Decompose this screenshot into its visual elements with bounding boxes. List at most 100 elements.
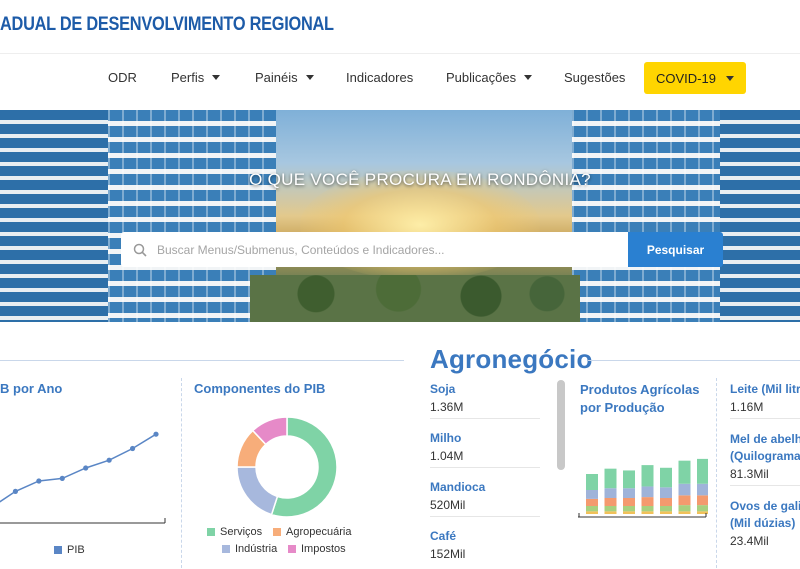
legend-label: Impostos bbox=[301, 543, 346, 555]
hero-banner: O QUE VOCÊ PROCURA EM RONDÔNIA? Pesquisa… bbox=[0, 110, 800, 322]
divider bbox=[730, 485, 800, 486]
legend-swatch bbox=[222, 545, 230, 553]
nav-paineis[interactable]: Painéis bbox=[255, 70, 314, 85]
bar-segment bbox=[623, 506, 635, 512]
bar-segment bbox=[641, 511, 654, 514]
componentes-donut-chart bbox=[236, 416, 338, 518]
nav-odr[interactable]: ODR bbox=[108, 70, 137, 85]
nav-publicacoes[interactable]: Publicações bbox=[446, 70, 533, 85]
bar-segment bbox=[697, 458, 708, 484]
nav-perfis[interactable]: Perfis bbox=[171, 70, 221, 85]
pib-legend: PIB bbox=[54, 544, 85, 556]
bar-segment bbox=[604, 488, 617, 498]
nav-sugestoes[interactable]: Sugestões bbox=[564, 70, 625, 85]
search-field[interactable] bbox=[121, 232, 628, 267]
divider bbox=[430, 516, 540, 517]
chevron-down-icon bbox=[524, 75, 533, 80]
bar-segment bbox=[678, 505, 691, 512]
nav-covid-button[interactable]: COVID-19 bbox=[644, 62, 746, 94]
legend-agropecuaria: Agropecuária bbox=[273, 526, 351, 538]
pib-series-line bbox=[0, 433, 157, 503]
pib-point bbox=[83, 465, 89, 471]
agro-item-value: 152Mil bbox=[430, 547, 466, 561]
agro-title: Agronegócio bbox=[430, 344, 593, 374]
search-input[interactable] bbox=[157, 242, 597, 257]
divider bbox=[430, 467, 540, 468]
nav-sugestoes-label: Sugestões bbox=[564, 70, 626, 85]
nav-paineis-label: Painéis bbox=[255, 70, 298, 85]
pib-point bbox=[36, 478, 42, 484]
agro-item-label: Milho bbox=[430, 431, 462, 445]
pib-point bbox=[106, 457, 112, 463]
bar-segment bbox=[641, 497, 654, 506]
produtos-bar-chart bbox=[578, 458, 708, 518]
bar-segment bbox=[660, 487, 672, 498]
bar-segment bbox=[604, 498, 617, 506]
bar-segment bbox=[623, 470, 635, 489]
section-rule-left bbox=[0, 360, 404, 361]
bar-segment bbox=[678, 511, 691, 514]
hero-search: Pesquisar bbox=[121, 232, 723, 267]
agro-item-label: Mandioca bbox=[430, 480, 486, 494]
divider bbox=[430, 418, 540, 419]
search-button[interactable]: Pesquisar bbox=[628, 232, 723, 267]
agro-item-label: Soja bbox=[430, 382, 456, 396]
bar-segment bbox=[678, 460, 691, 484]
legend-label: Agropecuária bbox=[286, 526, 352, 538]
main-nav: ODR Perfis Painéis Indicadores Publicaçõ… bbox=[0, 54, 800, 110]
bar-segment bbox=[697, 505, 708, 512]
bar-segment bbox=[623, 488, 635, 498]
agro-item-value: 1.04M bbox=[430, 449, 464, 463]
bar-segment bbox=[660, 506, 672, 512]
pib-point bbox=[12, 488, 19, 494]
pib-point bbox=[59, 475, 65, 481]
agro-right-item-label: Mel de abelh (Quilograma bbox=[730, 432, 800, 463]
pib-point bbox=[129, 445, 136, 452]
nav-covid-label: COVID-19 bbox=[656, 70, 716, 86]
bar-segment bbox=[641, 486, 654, 498]
agro-right-item-label: Ovos de gali (Mil dúzias) bbox=[730, 499, 800, 530]
bar-segment bbox=[604, 468, 617, 489]
legend-label: Indústria bbox=[235, 543, 278, 555]
agro-list-scrollbar[interactable] bbox=[557, 380, 565, 470]
hero-title: O QUE VOCÊ PROCURA EM RONDÔNIA? bbox=[249, 170, 591, 189]
pib-legend-swatch bbox=[54, 546, 62, 554]
agro-item-label: Café bbox=[430, 529, 457, 543]
chevron-down-icon bbox=[212, 75, 221, 80]
legend-impostos: Impostos bbox=[288, 543, 346, 555]
bar-segment bbox=[586, 511, 598, 514]
bar-segment bbox=[586, 498, 598, 506]
legend-industria: Indústria bbox=[222, 543, 277, 555]
building-right-mullions bbox=[572, 110, 722, 322]
nav-indicadores[interactable]: Indicadores bbox=[346, 70, 413, 85]
legend-label: Serviços bbox=[220, 526, 263, 538]
produtos-title: Produtos Agrícolas por Produção bbox=[580, 382, 700, 415]
bar-segment bbox=[586, 490, 598, 499]
bar-segment bbox=[623, 511, 635, 514]
building-right-far bbox=[720, 110, 800, 322]
bar-segment bbox=[641, 506, 654, 512]
dashboard-content: B por Ano PIB Componentes do PIB Serviço… bbox=[0, 322, 800, 569]
agro-right-item-value: 23.4Mil bbox=[730, 534, 769, 548]
bar-segment bbox=[604, 511, 617, 514]
pib-point bbox=[153, 431, 159, 437]
agro-right-item-label: Leite (Mil litr bbox=[730, 382, 800, 396]
search-icon bbox=[133, 243, 147, 257]
legend-swatch bbox=[273, 528, 281, 536]
bar-segment bbox=[660, 467, 672, 488]
nav-publicacoes-label: Publicações bbox=[446, 70, 517, 85]
nav-odr-label: ODR bbox=[108, 70, 137, 85]
bar-segment bbox=[678, 495, 691, 506]
site-brand[interactable]: ADUAL DE DESENVOLVIMENTO REGIONAL bbox=[0, 14, 334, 36]
bar-segment bbox=[586, 474, 598, 490]
bar-segment bbox=[641, 465, 654, 487]
bar-segment bbox=[697, 495, 708, 506]
bar-segment bbox=[623, 498, 635, 506]
bar-segment bbox=[678, 483, 691, 496]
legend-servicos: Serviços bbox=[207, 526, 262, 538]
agro-right-item-value: 1.16M bbox=[730, 400, 764, 414]
divider bbox=[181, 378, 182, 568]
divider bbox=[730, 418, 800, 419]
legend-swatch bbox=[288, 545, 296, 553]
chevron-down-icon bbox=[725, 75, 734, 81]
